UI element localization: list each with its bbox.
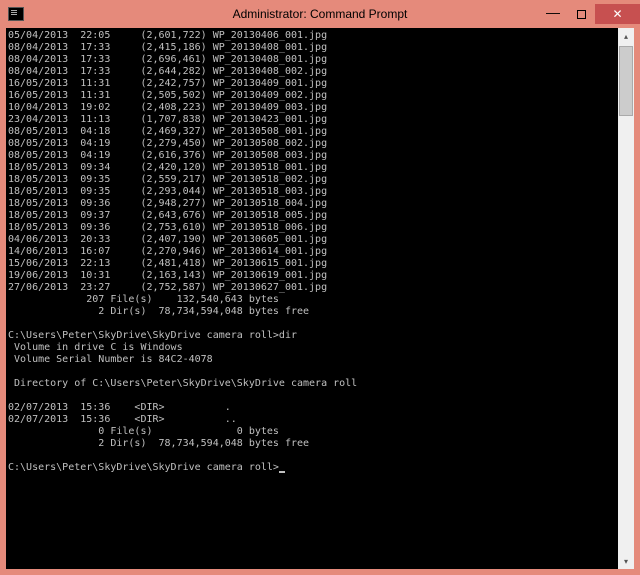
titlebar[interactable]: Administrator: Command Prompt — ✕ [0,0,640,28]
cmd-icon [8,7,24,21]
vertical-scrollbar[interactable]: ▴ ▾ [618,28,634,569]
scroll-thumb[interactable] [619,46,633,116]
content-area: 05/04/2013 22:05 (2,601,722) WP_20130406… [6,28,634,569]
cmd-window: Administrator: Command Prompt — ✕ 05/04/… [0,0,640,575]
maximize-button[interactable] [567,4,595,24]
scroll-down-icon[interactable]: ▾ [618,553,634,569]
console-output[interactable]: 05/04/2013 22:05 (2,601,722) WP_20130406… [6,28,618,569]
minimize-button[interactable]: — [539,4,567,24]
cursor [279,471,285,473]
close-button[interactable]: ✕ [595,4,640,24]
scroll-up-icon[interactable]: ▴ [618,28,634,44]
window-controls: — ✕ [539,4,640,24]
